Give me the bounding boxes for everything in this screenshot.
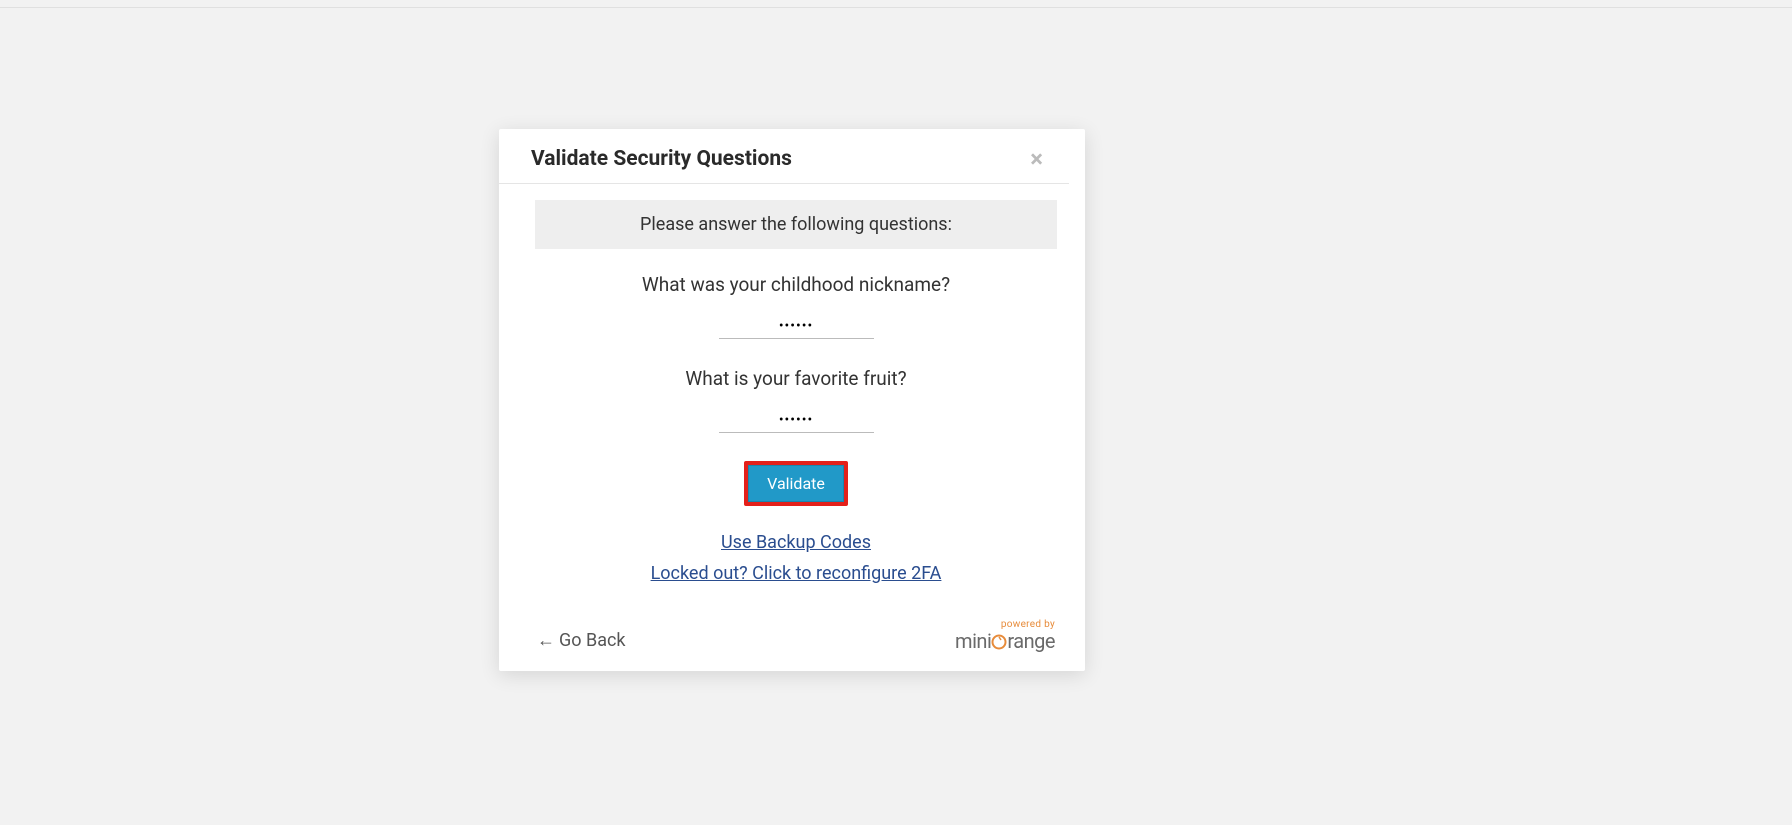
brand-part1: mini bbox=[955, 629, 991, 653]
top-divider bbox=[0, 7, 1792, 8]
instruction-text: Please answer the following questions: bbox=[535, 200, 1057, 249]
arrow-left-icon: ← bbox=[537, 632, 555, 650]
modal-body: Please answer the following questions: W… bbox=[499, 184, 1085, 614]
powered-by-badge: powered by minirange bbox=[955, 620, 1055, 651]
go-back-label: Go Back bbox=[559, 630, 626, 651]
brand-logo: mini range bbox=[955, 629, 1055, 653]
locked-out-link[interactable]: Locked out? Click to reconfigure 2FA bbox=[651, 563, 942, 584]
go-back-link[interactable]: ← Go Back bbox=[537, 630, 626, 651]
question-2: What is your favorite fruit? bbox=[535, 367, 1057, 390]
answer-input-1[interactable] bbox=[719, 312, 874, 339]
security-questions-modal: Validate Security Questions × Please ans… bbox=[499, 129, 1085, 671]
answer-input-2[interactable] bbox=[719, 406, 874, 433]
brand-orange-icon bbox=[991, 631, 1007, 651]
use-backup-codes-link[interactable]: Use Backup Codes bbox=[721, 532, 871, 553]
backup-codes-row: Use Backup Codes bbox=[535, 532, 1057, 553]
validate-button[interactable]: Validate bbox=[748, 465, 844, 502]
validate-highlight: Validate bbox=[744, 461, 848, 506]
close-icon[interactable]: × bbox=[1024, 147, 1049, 171]
question-1: What was your childhood nickname? bbox=[535, 273, 1057, 296]
brand-part2: range bbox=[1007, 629, 1055, 653]
modal-header: Validate Security Questions × bbox=[499, 129, 1069, 184]
modal-title: Validate Security Questions bbox=[531, 147, 792, 171]
modal-footer: ← Go Back powered by minirange bbox=[499, 614, 1085, 671]
locked-out-row: Locked out? Click to reconfigure 2FA bbox=[535, 563, 1057, 584]
